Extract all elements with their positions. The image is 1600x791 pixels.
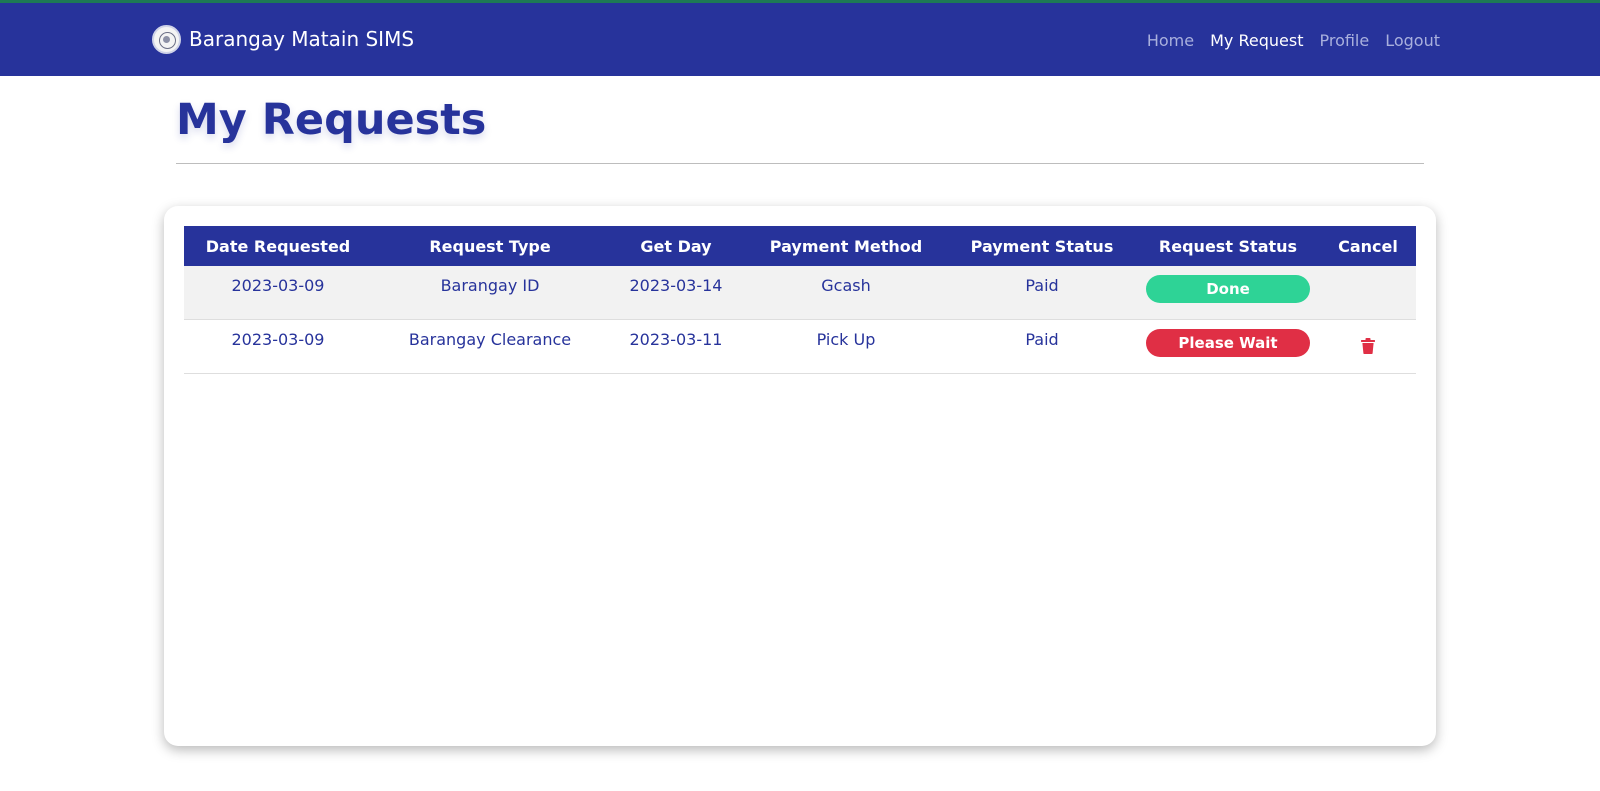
nav-logout[interactable]: Logout <box>1385 30 1440 52</box>
table-row: 2023-03-09 Barangay Clearance 2023-03-11… <box>184 319 1416 374</box>
cell-date-requested: 2023-03-09 <box>184 266 372 320</box>
table-row: 2023-03-09 Barangay ID 2023-03-14 Gcash … <box>184 266 1416 320</box>
trash-icon[interactable] <box>1361 337 1375 354</box>
status-badge-please-wait: Please Wait <box>1146 328 1310 357</box>
table-header-row: Date Requested Request Type Get Day Paym… <box>184 226 1416 266</box>
column-header-cancel: Cancel <box>1338 236 1398 256</box>
column-header-get-day: Get Day <box>640 236 712 256</box>
nav-my-request[interactable]: My Request <box>1210 30 1303 52</box>
requests-table: Date Requested Request Type Get Day Paym… <box>184 226 1416 374</box>
column-header-request-type: Request Type <box>429 236 551 256</box>
main-nav: Home My Request Profile Logout <box>1147 30 1440 52</box>
column-header-date-requested: Date Requested <box>205 236 351 256</box>
column-header-payment-status: Payment Status <box>970 236 1114 256</box>
cell-request-status: Done <box>1136 266 1320 320</box>
page-title: My Requests <box>176 95 487 145</box>
nav-home[interactable]: Home <box>1147 30 1194 52</box>
requests-card: Date Requested Request Type Get Day Paym… <box>164 206 1436 746</box>
cell-payment-status: Paid <box>948 266 1136 320</box>
barangay-seal-logo <box>152 25 181 54</box>
status-badge-done: Done <box>1146 275 1310 303</box>
nav-profile[interactable]: Profile <box>1319 30 1369 52</box>
navbar: Barangay Matain SIMS Home My Request Pro… <box>0 3 1600 76</box>
title-divider <box>176 163 1424 164</box>
column-header-request-status: Request Status <box>1158 236 1298 256</box>
cell-request-type: Barangay ID <box>372 266 608 320</box>
cell-payment-status: Paid <box>948 319 1136 374</box>
column-header-payment-method: Payment Method <box>769 236 923 256</box>
cell-request-status: Please Wait <box>1136 319 1320 374</box>
cell-get-day: 2023-03-14 <box>608 266 744 320</box>
brand[interactable]: Barangay Matain SIMS <box>152 25 414 54</box>
cell-payment-method: Pick Up <box>744 319 948 374</box>
cell-payment-method: Gcash <box>744 266 948 320</box>
cell-cancel <box>1320 319 1416 374</box>
cell-request-type: Barangay Clearance <box>372 319 608 374</box>
brand-name[interactable]: Barangay Matain SIMS <box>189 25 414 54</box>
cell-get-day: 2023-03-11 <box>608 319 744 374</box>
cell-cancel-empty <box>1320 266 1416 320</box>
cell-date-requested: 2023-03-09 <box>184 319 372 374</box>
